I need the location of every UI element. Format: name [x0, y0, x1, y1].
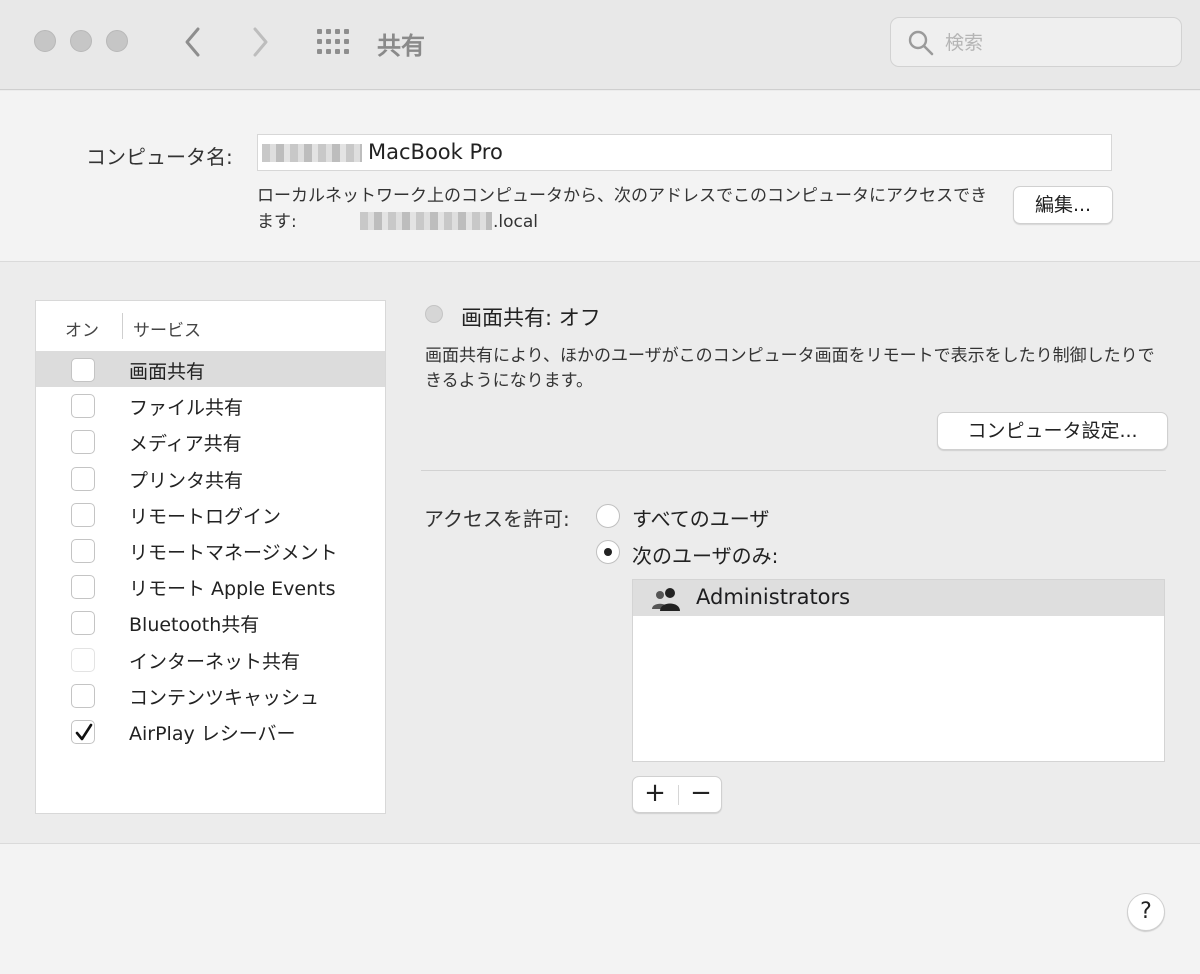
service-label: プリンタ共有	[129, 470, 244, 492]
access-all-radio[interactable]	[596, 504, 620, 528]
service-checkbox[interactable]	[71, 394, 95, 418]
section-divider	[421, 470, 1166, 471]
window-title: 共有	[377, 32, 425, 60]
service-label: リモートログイン	[129, 506, 282, 528]
status-indicator-icon	[425, 305, 443, 323]
service-label: リモート Apple Events	[129, 578, 336, 600]
window-toolbar: 共有	[0, 0, 1200, 90]
back-arrow-icon[interactable]	[176, 22, 212, 62]
service-checkbox[interactable]	[71, 611, 95, 635]
user-group-icon	[652, 588, 680, 611]
address-suffix: .local	[493, 212, 539, 232]
edit-button[interactable]: 編集...	[1013, 186, 1113, 224]
service-label: メディア共有	[129, 433, 242, 455]
service-row[interactable]: インターネット共有	[36, 641, 385, 677]
user-list: Administrators	[632, 579, 1165, 762]
service-row[interactable]: 画面共有	[36, 351, 385, 387]
service-label: リモートマネージメント	[129, 542, 338, 564]
service-row[interactable]: プリンタ共有	[36, 460, 385, 496]
service-row[interactable]: Bluetooth共有	[36, 604, 385, 640]
access-only-radio[interactable]	[596, 540, 620, 564]
service-list: オン サービス 画面共有ファイル共有 メディア共有 プリンタ共有リモートログインリモ…	[35, 300, 386, 814]
service-row[interactable]: AirPlay レシーバー	[36, 713, 385, 749]
service-label: AirPlay レシーバー	[129, 723, 296, 745]
service-row[interactable]: ファイル共有	[36, 387, 385, 423]
service-row[interactable]: リモートマネージメント	[36, 532, 385, 568]
service-checkbox	[71, 648, 95, 672]
service-checkbox[interactable]	[71, 684, 95, 708]
computer-name-section: コンピュータ名: MacBook Pro ローカルネットワーク上のコンピュータか…	[0, 91, 1200, 262]
computer-name-field[interactable]: MacBook Pro	[257, 134, 1112, 171]
search-field[interactable]	[890, 17, 1182, 67]
redacted-address-blur	[360, 212, 492, 230]
search-icon	[908, 30, 934, 56]
search-input[interactable]	[945, 28, 1165, 58]
add-user-button[interactable]: +	[633, 777, 677, 812]
zoom-window-button[interactable]	[106, 30, 128, 52]
service-checkbox[interactable]	[71, 575, 95, 599]
computer-name-value: MacBook Pro	[368, 140, 503, 164]
service-status: 画面共有: オフ	[461, 306, 601, 330]
service-label: Bluetooth共有	[129, 614, 260, 636]
header-on: オン	[65, 321, 99, 341]
service-label: インターネット共有	[129, 651, 301, 673]
checkmark-icon	[75, 723, 93, 741]
help-button[interactable]: ?	[1127, 893, 1165, 931]
service-row[interactable]: メディア共有	[36, 423, 385, 459]
service-label: 画面共有	[129, 361, 206, 383]
service-description: 画面共有により、ほかのユーザがこのコンピュータ画面をリモートで表示をしたり制御し…	[425, 346, 1155, 391]
service-label: コンテンツキャッシュ	[129, 687, 320, 709]
user-name: Administrators	[696, 585, 851, 609]
close-window-button[interactable]	[34, 30, 56, 52]
remove-user-button[interactable]: −	[679, 777, 723, 812]
forward-arrow-icon[interactable]	[242, 22, 278, 62]
computer-name-label: コンピュータ名:	[86, 145, 233, 169]
service-checkbox[interactable]	[71, 539, 95, 563]
show-all-grid-icon[interactable]	[316, 28, 350, 56]
minimize-window-button[interactable]	[70, 30, 92, 52]
access-only-label[interactable]: 次のユーザのみ:	[632, 540, 778, 569]
service-label: ファイル共有	[129, 397, 244, 419]
service-row[interactable]: コンテンツキャッシュ	[36, 677, 385, 713]
access-all-label[interactable]: すべてのユーザ	[632, 503, 769, 532]
bottom-bar	[0, 843, 1200, 974]
service-checkbox[interactable]	[71, 430, 95, 454]
header-service: サービス	[133, 321, 201, 341]
computer-settings-button[interactable]: コンピュータ設定...	[937, 412, 1168, 450]
header-divider	[122, 313, 123, 339]
service-checkbox[interactable]	[71, 720, 95, 744]
service-checkbox[interactable]	[71, 467, 95, 491]
service-row[interactable]: リモート Apple Events	[36, 568, 385, 604]
add-remove-control: + −	[632, 776, 722, 813]
access-label: アクセスを許可:	[424, 507, 570, 531]
redacted-name-blur	[262, 144, 362, 162]
service-checkbox[interactable]	[71, 503, 95, 527]
radio-selected-dot	[604, 548, 612, 556]
service-row[interactable]: リモートログイン	[36, 496, 385, 532]
user-row[interactable]: Administrators	[633, 580, 1164, 616]
service-checkbox[interactable]	[71, 358, 95, 382]
service-list-header: オン サービス	[36, 301, 385, 349]
